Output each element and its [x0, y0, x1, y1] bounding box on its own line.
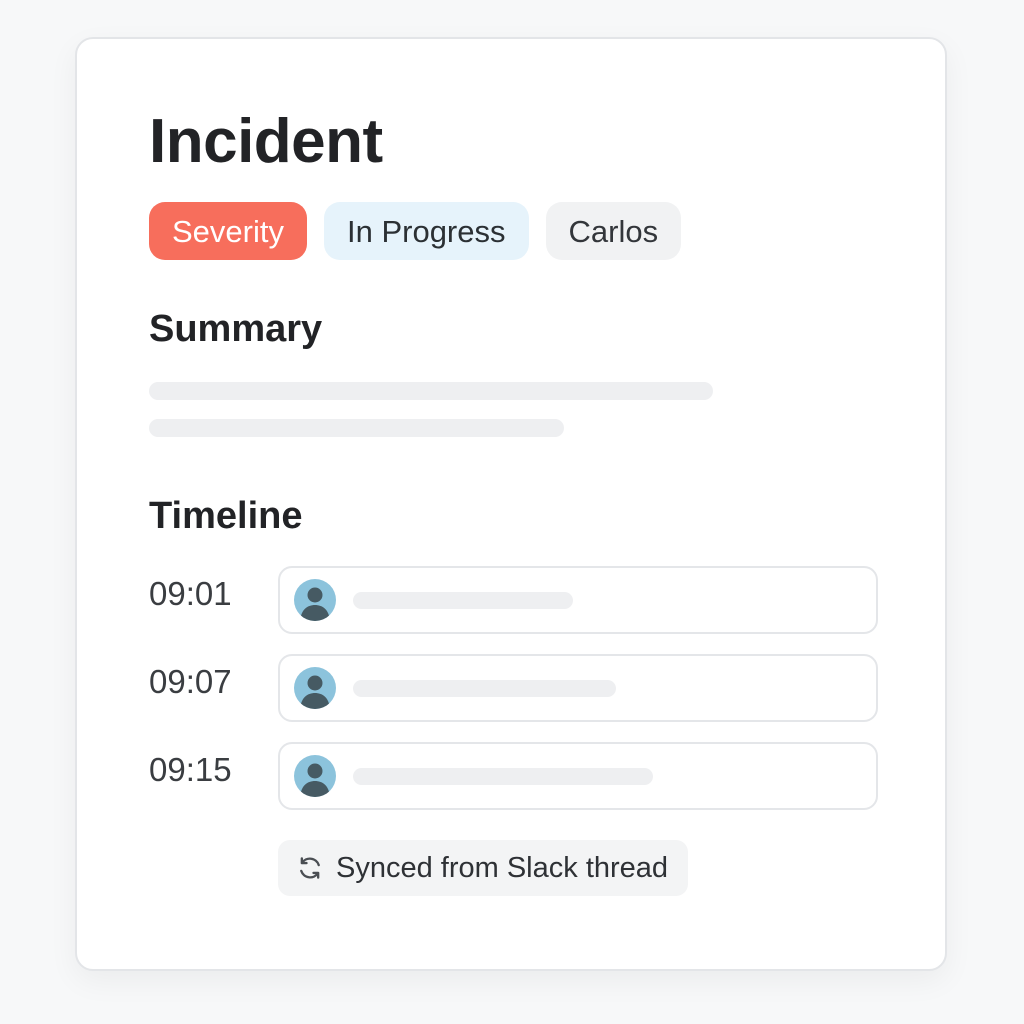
entry-placeholder-line	[353, 768, 653, 785]
user-avatar-icon	[300, 587, 330, 621]
user-avatar-icon	[300, 675, 330, 709]
summary-placeholder-line	[149, 419, 564, 437]
incident-title: Incident	[149, 107, 383, 176]
user-avatar-icon	[300, 763, 330, 797]
avatar	[294, 579, 336, 621]
tag-row: Severity In Progress Carlos	[149, 202, 682, 260]
summary-heading: Summary	[149, 308, 323, 350]
summary-placeholder-line	[149, 382, 713, 400]
entry-placeholder-line	[353, 680, 616, 697]
severity-tag[interactable]: Severity	[149, 202, 307, 260]
timeline-entry[interactable]	[278, 566, 878, 634]
timeline-time: 09:15	[149, 751, 232, 788]
entry-placeholder-line	[353, 592, 573, 609]
refresh-icon	[296, 854, 324, 882]
status-tag[interactable]: In Progress	[323, 202, 529, 260]
sync-status-chip[interactable]: Synced from Slack thread	[278, 840, 689, 896]
timeline-entry[interactable]	[278, 742, 878, 810]
sync-label: Synced from Slack thread	[336, 851, 669, 884]
owner-tag[interactable]: Carlos	[545, 202, 682, 260]
avatar	[294, 755, 336, 797]
incident-card: Incident Severity In Progress Carlos Sum…	[75, 37, 947, 971]
timeline-time: 09:07	[149, 663, 232, 700]
avatar	[294, 667, 336, 709]
timeline-heading: Timeline	[149, 495, 303, 537]
timeline-time: 09:01	[149, 575, 232, 612]
timeline-entry[interactable]	[278, 654, 878, 722]
